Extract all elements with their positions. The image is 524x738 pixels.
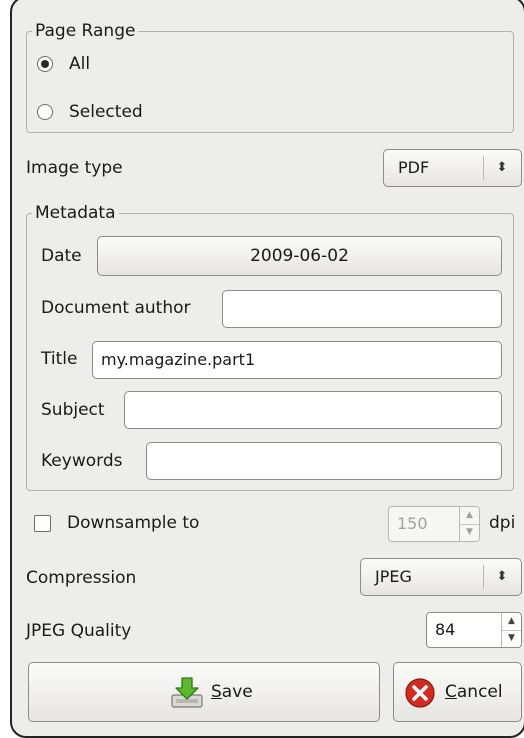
cancel-label: Cancel bbox=[445, 663, 503, 721]
date-label: Date bbox=[41, 246, 82, 266]
compression-label: Compression bbox=[26, 568, 137, 588]
date-button[interactable]: 2009-06-02 bbox=[97, 236, 502, 276]
subject-field[interactable] bbox=[124, 391, 502, 429]
downsample-dpi-value: 150 bbox=[397, 514, 428, 533]
save-label-rest: ave bbox=[221, 682, 253, 702]
up-down-arrows-icon: ⬍ bbox=[496, 569, 508, 584]
radio-selected[interactable] bbox=[37, 104, 53, 120]
compression-value: JPEG bbox=[375, 567, 412, 586]
cancel-button[interactable]: Cancel bbox=[393, 662, 522, 722]
up-down-arrows-icon: ⬍ bbox=[496, 160, 508, 175]
document-author-label: Document author bbox=[41, 298, 191, 318]
jpeg-quality-label: JPEG Quality bbox=[26, 621, 132, 641]
save-mnemonic: S bbox=[211, 682, 222, 702]
compression-select[interactable]: JPEG ⬍ bbox=[360, 558, 522, 596]
jpeg-quality-value: 84 bbox=[435, 620, 456, 639]
jpeg-quality-stepper[interactable]: 84 ▲ ▼ bbox=[426, 612, 522, 648]
save-label: Save bbox=[211, 663, 253, 721]
cancel-mnemonic: C bbox=[445, 682, 457, 702]
keywords-label: Keywords bbox=[41, 451, 123, 471]
spin-buttons: ▲ ▼ bbox=[501, 613, 521, 647]
image-type-label: Image type bbox=[26, 158, 123, 178]
cancel-label-rest: ancel bbox=[456, 682, 503, 702]
cancel-x-icon bbox=[405, 678, 435, 708]
radio-selected-label[interactable]: Selected bbox=[69, 101, 143, 123]
image-type-value: PDF bbox=[398, 158, 430, 177]
spin-down-arrow-icon[interactable]: ▼ bbox=[460, 524, 479, 541]
combo-separator bbox=[483, 156, 484, 180]
title-label: Title bbox=[41, 349, 78, 369]
radio-all[interactable] bbox=[37, 56, 53, 72]
export-dialog: Page Range All Selected Image type PDF ⬍… bbox=[10, 0, 524, 738]
dpi-unit-label: dpi bbox=[489, 513, 516, 533]
spin-down-arrow-icon[interactable]: ▼ bbox=[502, 630, 521, 647]
subject-label: Subject bbox=[41, 400, 105, 420]
downsample-dpi-stepper[interactable]: 150 ▲ ▼ bbox=[388, 506, 480, 542]
downsample-label[interactable]: Downsample to bbox=[67, 512, 199, 534]
spin-buttons: ▲ ▼ bbox=[459, 507, 479, 541]
document-author-field[interactable] bbox=[222, 290, 502, 328]
downsample-checkbox[interactable] bbox=[34, 515, 51, 532]
save-button[interactable]: Save bbox=[28, 662, 380, 722]
combo-separator bbox=[483, 565, 484, 589]
title-field[interactable]: my.magazine.part1 bbox=[92, 341, 502, 379]
save-download-icon bbox=[171, 677, 203, 708]
keywords-field[interactable] bbox=[146, 442, 502, 480]
spin-up-arrow-icon[interactable]: ▲ bbox=[502, 613, 521, 631]
image-type-select[interactable]: PDF ⬍ bbox=[383, 149, 522, 187]
metadata-legend: Metadata bbox=[32, 203, 119, 223]
date-value: 2009-06-02 bbox=[250, 246, 349, 266]
page-range-legend: Page Range bbox=[32, 21, 139, 41]
radio-all-label[interactable]: All bbox=[69, 53, 90, 75]
spin-up-arrow-icon[interactable]: ▲ bbox=[460, 507, 479, 525]
